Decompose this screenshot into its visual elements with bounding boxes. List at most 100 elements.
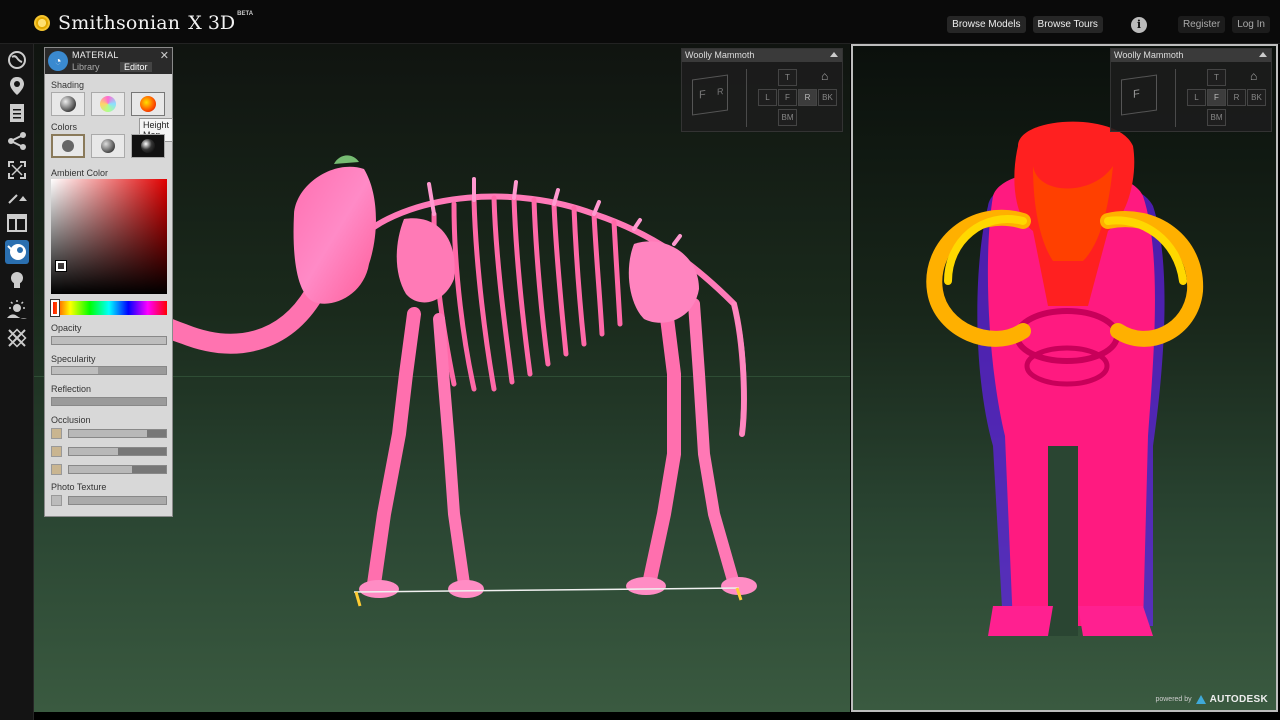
view-top-button[interactable]: T	[1207, 69, 1226, 86]
divider	[746, 69, 747, 127]
material-panel-header: ◔ MATERIAL ✕ Library Editor	[45, 48, 172, 74]
lightbulb-icon[interactable]	[5, 268, 29, 292]
photo-texture-chip[interactable]	[51, 495, 62, 506]
collapse-icon[interactable]	[830, 52, 838, 57]
occlusion-slider-fill	[69, 466, 133, 473]
logo[interactable]: Smithsonian X 3D BETA	[34, 11, 254, 34]
cube-face-front: F	[1133, 87, 1140, 101]
occlusion-row-1	[51, 428, 167, 439]
collapse-icon[interactable]	[1259, 52, 1267, 57]
view-right-button[interactable]: R	[798, 89, 817, 106]
occlusion-row-3	[51, 464, 167, 475]
shading-standard-button[interactable]	[51, 92, 85, 116]
secondary-viewport[interactable]: powered by AUTODESK	[851, 44, 1278, 712]
occlusion-color-chip[interactable]	[51, 446, 62, 457]
occlusion-slider-fill	[69, 430, 147, 437]
close-icon[interactable]: ✕	[160, 49, 169, 62]
color-picker-handle[interactable]	[55, 260, 67, 272]
view-navigator-title: Woolly Mammoth	[1111, 49, 1271, 62]
measure-icon[interactable]	[5, 186, 29, 210]
login-button[interactable]: Log In	[1232, 16, 1270, 33]
colors-diffuse-button[interactable]	[91, 134, 125, 158]
browse-tours-button[interactable]: Browse Tours	[1032, 16, 1103, 33]
tab-library[interactable]: Library	[72, 62, 100, 72]
view-navigator-title: Woolly Mammoth	[682, 49, 842, 62]
shading-normal-map-button[interactable]	[91, 92, 125, 116]
view-left-button[interactable]: L	[758, 89, 777, 106]
scene-icon[interactable]	[5, 297, 29, 321]
home-icon[interactable]: ⌂	[1250, 69, 1257, 83]
tab-editor[interactable]: Editor	[120, 62, 152, 72]
mammoth-skeleton-front-view	[926, 121, 1204, 636]
autodesk-label: AUTODESK	[1209, 694, 1268, 705]
hue-slider-handle[interactable]	[50, 299, 60, 317]
colors-ambient-button[interactable]	[51, 134, 85, 158]
tool-strip	[0, 44, 34, 720]
home-icon[interactable]: ⌂	[821, 69, 828, 83]
view-cube[interactable]: F	[1121, 74, 1157, 116]
occlusion-slider-fill	[69, 448, 118, 455]
occlusion-slider-3[interactable]	[68, 465, 167, 474]
diffuse-ball-icon	[101, 139, 115, 153]
occlusion-row-2	[51, 446, 167, 457]
view-navigator-main: Woolly Mammoth F R T ⌂ L F R BK BM	[681, 48, 843, 132]
powered-by-label: powered by	[1155, 696, 1192, 703]
fullscreen-icon[interactable]	[5, 158, 29, 182]
hue-slider[interactable]	[50, 299, 167, 317]
occlusion-color-chip[interactable]	[51, 428, 62, 439]
view-bottom-button[interactable]: BM	[1207, 109, 1226, 126]
top-bar: Smithsonian X 3D BETA Browse Models Brow…	[0, 0, 1280, 44]
photo-texture-label: Photo Texture	[51, 482, 107, 492]
divider	[1175, 69, 1176, 127]
specular-ball-icon	[141, 139, 155, 153]
brand-x3d: X 3D	[188, 12, 236, 34]
location-pin-icon[interactable]	[5, 74, 29, 98]
opacity-label: Opacity	[51, 323, 82, 333]
view-back-button[interactable]: BK	[818, 89, 837, 106]
opacity-slider[interactable]	[51, 336, 167, 345]
material-panel-title: MATERIAL	[72, 50, 119, 60]
photo-texture-slider[interactable]	[68, 496, 167, 505]
register-button[interactable]: Register	[1177, 16, 1226, 33]
layout-icon[interactable]	[5, 211, 29, 235]
globe-icon[interactable]	[5, 48, 29, 72]
material-panel: ◔ MATERIAL ✕ Library Editor Shading Heig…	[44, 47, 174, 517]
reflection-slider[interactable]	[51, 397, 167, 406]
share-icon[interactable]	[5, 129, 29, 153]
shading-label: Shading	[51, 80, 85, 90]
view-cube[interactable]: F R	[692, 74, 728, 116]
photo-texture-row	[51, 495, 167, 506]
cube-face-front: F	[699, 88, 706, 102]
autodesk-logo-icon	[1195, 695, 1206, 704]
opacity-slider-fill	[52, 337, 166, 344]
info-icon[interactable]: i	[1130, 16, 1147, 33]
view-bottom-button[interactable]: BM	[778, 109, 797, 126]
view-front-button[interactable]: F	[1207, 89, 1226, 106]
ambient-color-label: Ambient Color	[51, 168, 109, 178]
normal-map-ball-icon	[100, 96, 116, 112]
view-front-button[interactable]: F	[778, 89, 797, 106]
material-icon: ◔	[48, 51, 68, 71]
view-top-button[interactable]: T	[778, 69, 797, 86]
occlusion-slider-2[interactable]	[68, 447, 167, 456]
ambient-color-picker[interactable]	[51, 179, 167, 294]
reflection-label: Reflection	[51, 384, 92, 394]
specularity-slider[interactable]	[51, 366, 167, 375]
colors-specular-button[interactable]	[131, 134, 165, 158]
material-icon[interactable]	[5, 240, 29, 264]
beta-badge: BETA	[237, 11, 254, 17]
cross-section-icon[interactable]	[5, 326, 29, 350]
standard-ball-icon	[60, 96, 76, 112]
shading-height-map-button[interactable]	[131, 92, 165, 116]
document-icon[interactable]	[5, 101, 29, 125]
ambient-ball-icon	[62, 140, 74, 152]
view-back-button[interactable]: BK	[1247, 89, 1266, 106]
occlusion-slider-1[interactable]	[68, 429, 167, 438]
view-navigator-secondary: Woolly Mammoth F T ⌂ L F R BK BM	[1110, 48, 1272, 132]
occlusion-color-chip[interactable]	[51, 464, 62, 475]
colors-label: Colors	[51, 122, 78, 132]
browse-models-button[interactable]: Browse Models	[947, 16, 1026, 33]
view-left-button[interactable]: L	[1187, 89, 1206, 106]
view-right-button[interactable]: R	[1227, 89, 1246, 106]
brand-name: Smithsonian	[58, 12, 181, 34]
